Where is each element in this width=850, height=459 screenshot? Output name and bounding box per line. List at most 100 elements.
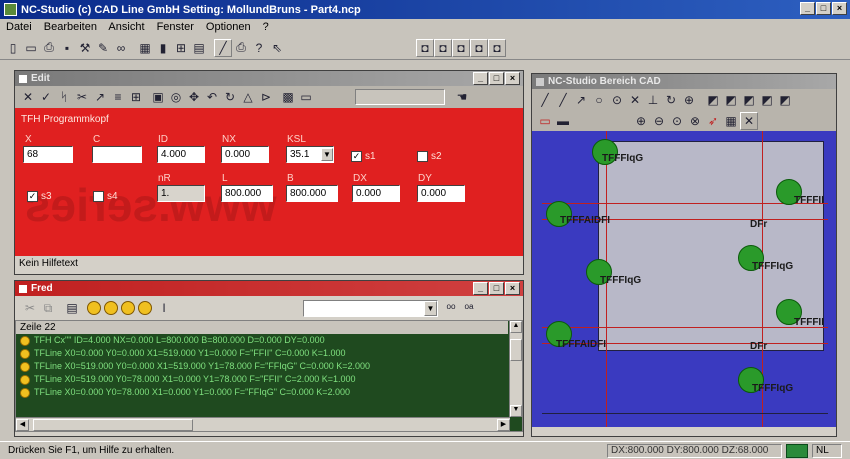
chevron-down-icon[interactable]: ▼ [424, 300, 437, 316]
layer5-icon[interactable]: ◩ [776, 91, 794, 109]
fred-minimize-button[interactable]: _ [473, 282, 488, 295]
hscroll-thumb[interactable] [33, 418, 193, 431]
nav-first-button[interactable] [87, 301, 101, 315]
cut-icon[interactable]: ✂ [21, 299, 39, 317]
tool-d1-icon[interactable]: ◘ [416, 38, 434, 57]
edit-close-button[interactable]: × [505, 72, 520, 85]
target-icon[interactable]: ◎ [167, 88, 185, 106]
c-field[interactable] [92, 146, 142, 163]
maximize-button[interactable]: □ [816, 2, 831, 15]
horizontal-scrollbar[interactable]: ◀ ▶ [16, 417, 510, 431]
fred-maximize-button[interactable]: □ [489, 282, 504, 295]
log-line[interactable]: TFLine X0=0.000 Y0=78.000 X1=0.000 Y1=0.… [20, 386, 508, 399]
s2-checkbox[interactable]: s2 [417, 150, 442, 162]
undo-icon[interactable]: ↶ [203, 88, 221, 106]
menu-ansicht[interactable]: Ansicht [108, 21, 144, 33]
rotate-icon[interactable]: ↻ [662, 91, 680, 109]
cut-icon[interactable]: ✂ [73, 88, 91, 106]
binoculars-icon[interactable]: ᵒᵒ [442, 299, 460, 317]
scroll-thumb[interactable] [510, 339, 522, 361]
scroll-left-button[interactable]: ◀ [16, 418, 29, 431]
glasses-icon[interactable]: ∞ [112, 39, 130, 57]
tool-d5-icon[interactable]: ◘ [488, 38, 506, 57]
s3-checkbox[interactable]: ✓ s3 [27, 190, 52, 202]
nr-field[interactable] [157, 185, 205, 202]
close-view-icon[interactable]: ✕ [740, 112, 758, 130]
window-icon[interactable]: ▤ [190, 39, 208, 57]
dy-field[interactable] [417, 185, 465, 202]
menu-bearbeiten[interactable]: Bearbeiten [44, 21, 97, 33]
save-icon[interactable]: ▪ [58, 39, 76, 57]
paste-icon[interactable]: ▤ [63, 299, 81, 317]
accept-icon[interactable]: ✓ [37, 88, 55, 106]
zoom-out-icon[interactable]: ⊖ [650, 112, 668, 130]
scroll-right-button[interactable]: ▶ [497, 418, 510, 431]
layer1-icon[interactable]: ◩ [704, 91, 722, 109]
shapes-icon[interactable]: △ [239, 88, 257, 106]
tool-d3-icon[interactable]: ◘ [452, 38, 470, 57]
log-line[interactable]: TFLine X0=0.000 Y0=0.000 X1=519.000 Y1=0… [20, 347, 508, 360]
image-icon[interactable]: ▣ [149, 88, 167, 106]
id-field[interactable] [157, 146, 205, 163]
line2-icon[interactable]: ╱ [554, 91, 572, 109]
circle-icon[interactable]: ○ [590, 91, 608, 109]
layer4-icon[interactable]: ◩ [758, 91, 776, 109]
menu-help[interactable]: ? [263, 21, 269, 33]
vertical-scrollbar[interactable]: ▲ ▼ [509, 321, 522, 417]
menu-optionen[interactable]: Optionen [206, 21, 251, 33]
find-replace-icon[interactable]: ᵒᵃ [460, 299, 478, 317]
log-line[interactable]: TFLine X0=519.000 Y0=78.000 X1=0.000 Y1=… [20, 373, 508, 386]
cursor-icon[interactable]: ǀ [155, 299, 173, 317]
info-icon[interactable]: ? [250, 39, 268, 57]
perpendicular-icon[interactable]: ⊥ [644, 91, 662, 109]
open-folder-icon[interactable]: ▭ [22, 39, 40, 57]
broom-icon[interactable]: ᛋ [55, 88, 73, 106]
fred-filter-dropdown[interactable]: ▼ [303, 299, 438, 317]
grid-view-icon[interactable]: ▦ [722, 112, 740, 130]
hand-icon[interactable]: ☚ [453, 88, 471, 106]
menu-datei[interactable]: Datei [6, 21, 32, 33]
printer-icon[interactable]: ⎙ [232, 39, 250, 57]
fred-close-button[interactable]: × [505, 282, 520, 295]
menu-fenster[interactable]: Fenster [157, 21, 194, 33]
view-icon[interactable]: ▩ [279, 88, 297, 106]
edit-minimize-button[interactable]: _ [473, 72, 488, 85]
s1-check-box[interactable]: ✓ [351, 150, 362, 162]
chart-icon[interactable]: ▮ [154, 39, 172, 57]
refresh-icon[interactable]: ↻ [221, 88, 239, 106]
table-icon[interactable]: ⊞ [127, 88, 145, 106]
zoom-in-icon[interactable]: ⊕ [632, 112, 650, 130]
move-icon[interactable]: ✥ [185, 88, 203, 106]
cancel-icon[interactable]: ✕ [19, 88, 37, 106]
circle-center-icon[interactable]: ⊙ [608, 91, 626, 109]
minimize-button[interactable]: _ [800, 2, 815, 15]
lines-icon[interactable]: ≡ [109, 88, 127, 106]
scroll-down-button[interactable]: ▼ [510, 405, 522, 417]
play-icon[interactable]: ⊳ [257, 88, 275, 106]
log-line[interactable]: TFH Cx"" ID=4.000 NX=0.000 L=800.000 B=8… [20, 334, 508, 347]
grid-icon[interactable]: ▦ [136, 39, 154, 57]
arrow-tool-icon[interactable]: ↗ [91, 88, 109, 106]
new-file-icon[interactable]: ▯ [4, 39, 22, 57]
x-field[interactable] [23, 146, 73, 163]
layer3-icon[interactable]: ◩ [740, 91, 758, 109]
chevron-down-icon[interactable]: ▼ [321, 148, 333, 161]
ruler2-icon[interactable]: ▬ [554, 112, 572, 130]
s3-check-box[interactable]: ✓ [27, 190, 38, 202]
nav-prev-button[interactable] [104, 301, 118, 315]
s4-check-box[interactable] [93, 190, 104, 202]
zoom-all-icon[interactable]: ⊗ [686, 112, 704, 130]
cross-icon[interactable]: ✕ [626, 91, 644, 109]
cad-canvas[interactable]: TFFFIqG TFFFII TFFFAIDFI DFr TFFFIqG TFF… [532, 131, 836, 427]
print-preview-icon[interactable]: ⎙ [40, 39, 58, 57]
help-pointer-icon[interactable]: ⇖ [268, 39, 286, 57]
layer2-icon[interactable]: ◩ [722, 91, 740, 109]
monitor-icon[interactable]: ▭ [297, 88, 315, 106]
close-button[interactable]: × [832, 2, 847, 15]
log-line[interactable]: TFLine X0=519.000 Y0=0.000 X1=519.000 Y1… [20, 360, 508, 373]
brush-icon[interactable]: ╱ [214, 38, 232, 57]
arrow-icon[interactable]: ↗ [572, 91, 590, 109]
edit-maximize-button[interactable]: □ [489, 72, 504, 85]
tool-d4-icon[interactable]: ◘ [470, 38, 488, 57]
ksl-dropdown[interactable]: 35.1 ▼ [286, 146, 334, 163]
